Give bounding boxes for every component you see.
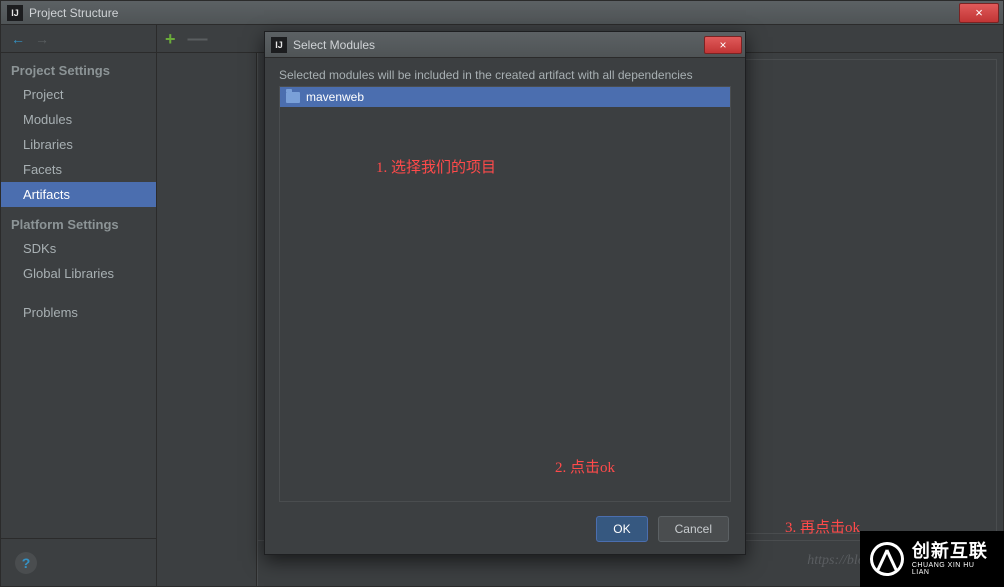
dialog-titlebar: IJ Select Modules × [265,32,745,58]
dialog-body: Selected modules will be included in the… [265,58,745,504]
forward-icon[interactable]: → [35,31,49,47]
dialog-title: Select Modules [293,38,375,52]
brand-text: 创新互联 CHUANG XIN HU LIAN [912,542,994,576]
dialog-ok-button[interactable]: OK [596,516,647,542]
main-title: Project Structure [29,6,118,20]
sidebar-item-project[interactable]: Project [1,82,156,107]
brand-badge: 创新互联 CHUANG XIN HU LIAN [860,531,1004,587]
sidebar-item-artifacts[interactable]: Artifacts [1,182,156,207]
sidebar-item-modules[interactable]: Modules [1,107,156,132]
sidebar-item-facets[interactable]: Facets [1,157,156,182]
dialog-cancel-button[interactable]: Cancel [658,516,729,542]
remove-icon[interactable]: — [188,29,208,49]
module-list[interactable]: mavenweb [279,86,731,502]
project-settings-header: Project Settings [1,53,156,82]
platform-settings-header: Platform Settings [1,207,156,236]
dialog-description: Selected modules will be included in the… [279,68,731,82]
folder-icon [286,92,300,103]
sidebar-item-globallibs[interactable]: Global Libraries [1,261,156,286]
add-icon[interactable]: + [165,30,176,48]
brand-en: CHUANG XIN HU LIAN [912,562,994,576]
back-icon[interactable]: ← [11,31,25,47]
dialog-app-icon: IJ [271,37,287,53]
sidebar-item-libraries[interactable]: Libraries [1,132,156,157]
help-row: ? [1,538,156,586]
dialog-close-button[interactable]: × [704,36,742,54]
sidebar-item-sdks[interactable]: SDKs [1,236,156,261]
select-modules-dialog: IJ Select Modules × Selected modules wil… [264,31,746,555]
help-icon[interactable]: ? [15,552,37,574]
nav-row: ← → [1,25,156,53]
module-name: mavenweb [306,90,364,104]
brand-cn: 创新互联 [912,542,994,560]
main-close-button[interactable]: × [959,3,999,23]
main-titlebar: IJ Project Structure × [1,1,1003,25]
app-icon: IJ [7,5,23,21]
sidebar: ← → Project Settings Project Modules Lib… [1,25,157,586]
sidebar-item-problems[interactable]: Problems [1,300,156,325]
module-row-mavenweb[interactable]: mavenweb [280,87,730,107]
artifact-list [157,53,257,586]
dialog-button-bar: OK Cancel [265,504,745,554]
brand-logo-icon [870,542,904,576]
